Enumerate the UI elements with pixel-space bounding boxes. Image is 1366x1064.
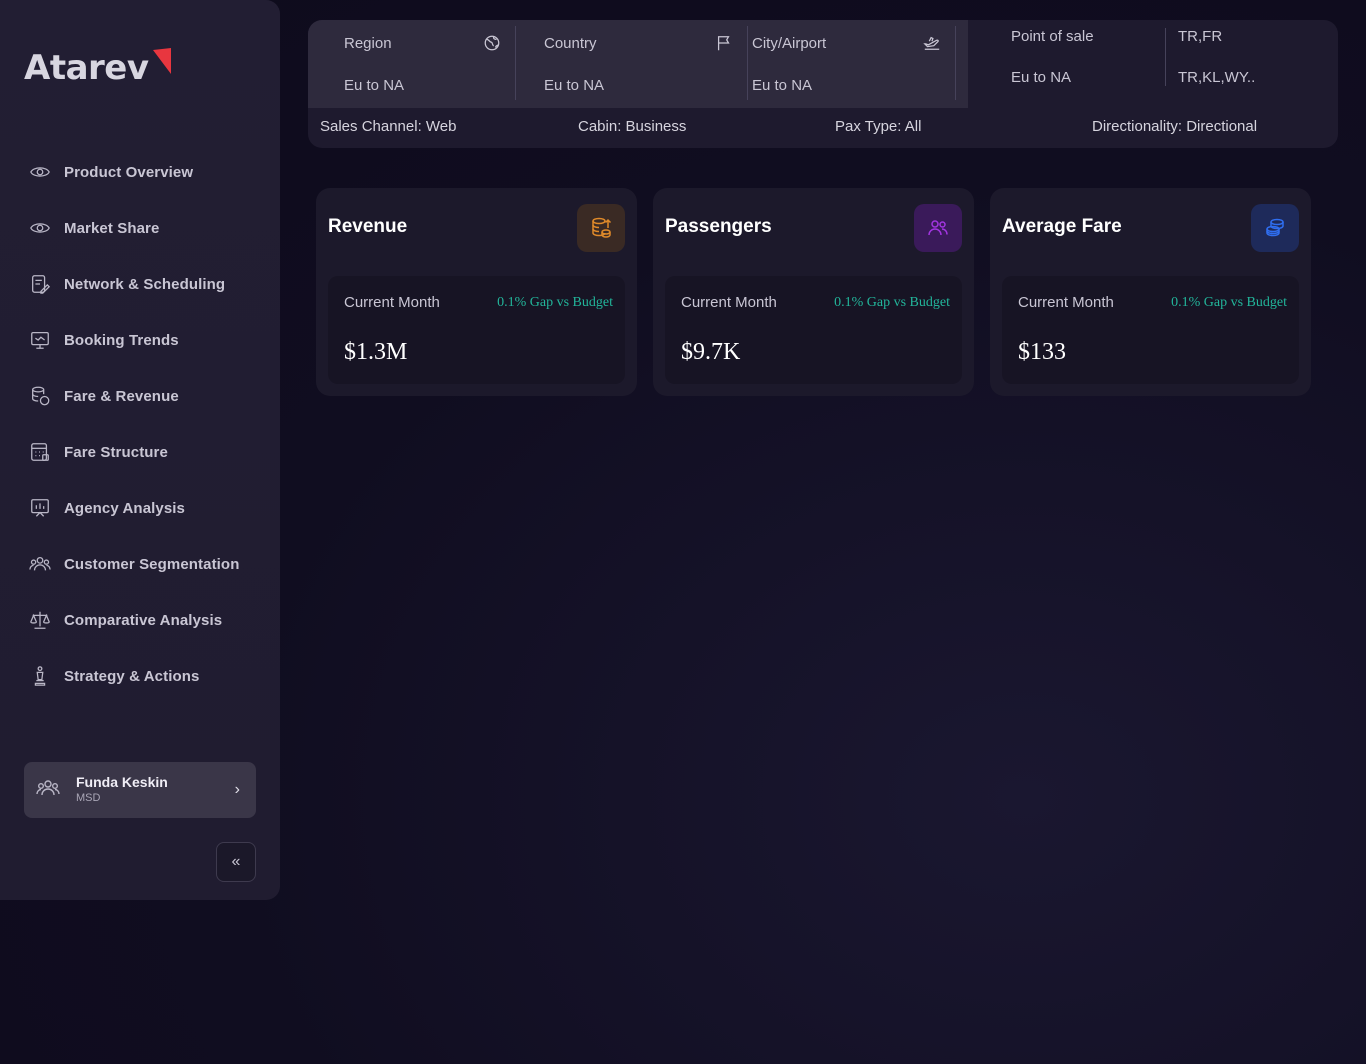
filter-summary: Sales Channel: Web Cabin: Business Pax T… — [308, 118, 1338, 140]
plane-icon — [923, 34, 941, 57]
globe-icon — [483, 34, 501, 57]
sidebar-item-comparative-analysis[interactable]: Comparative Analysis — [28, 592, 268, 648]
brand-mark-icon — [152, 48, 171, 74]
sidebar-item-fare-structure[interactable]: Fare Structure — [28, 424, 268, 480]
metric-value: $133 — [1018, 339, 1066, 365]
eye-icon — [28, 216, 52, 240]
users-icon — [914, 204, 962, 252]
country-filter-title: Country — [544, 35, 597, 52]
country-filter[interactable]: Country Eu to NA — [540, 26, 748, 100]
point-of-sale-codes: TR,FR — [1178, 28, 1223, 45]
country-filter-value: Eu to NA — [544, 77, 605, 94]
card-title: Revenue — [328, 216, 408, 237]
point-of-sale-right: TR,FR TR,KL,WY.. — [1178, 28, 1255, 87]
pax-type-filter[interactable]: Pax Type: All — [835, 118, 921, 135]
metric-period-label: Current Month — [681, 294, 777, 311]
city-airport-filter-title: City/Airport — [752, 35, 827, 52]
point-of-sale-value: Eu to NA — [1011, 69, 1072, 86]
scale-icon — [28, 608, 52, 632]
sidebar-item-label: Booking Trends — [64, 331, 179, 349]
coins-up-icon — [577, 204, 625, 252]
sidebar-item-label: Network & Scheduling — [64, 275, 226, 293]
sidebar-item-label: Market Share — [64, 219, 160, 237]
sidebar-item-product-overview[interactable]: Product Overview — [28, 144, 268, 200]
double-chevron-left-icon: « — [231, 853, 241, 870]
card-metric: Current Month 0.1% Gap vs Budget $133 — [1002, 276, 1299, 384]
user-info: Funda Keskin MSD — [76, 774, 235, 806]
card-metric: Current Month 0.1% Gap vs Budget $9.7K — [665, 276, 962, 384]
sidebar-item-label: Fare & Revenue — [64, 387, 179, 405]
sidebar: Atarev Product Overview Market Share Net… — [0, 0, 280, 900]
sidebar-item-agency-analysis[interactable]: Agency Analysis — [28, 480, 268, 536]
revenue-card[interactable]: Revenue Current Month 0.1% Gap vs Budget… — [316, 188, 637, 396]
metric-gap-badge: 0.1% Gap vs Budget — [497, 295, 613, 310]
document-edit-icon — [28, 272, 52, 296]
sidebar-item-label: Strategy & Actions — [64, 667, 200, 685]
user-name: Funda Keskin — [76, 774, 168, 790]
card-title: Passengers — [665, 216, 772, 237]
sidebar-item-label: Product Overview — [64, 163, 194, 181]
sidebar-item-customer-segmentation[interactable]: Customer Segmentation — [28, 536, 268, 592]
screen-icon — [28, 328, 52, 352]
user-role: MSD — [76, 792, 101, 804]
sidebar-item-strategy-actions[interactable]: Strategy & Actions — [28, 648, 268, 704]
users-icon — [28, 552, 52, 576]
sidebar-item-network-scheduling[interactable]: Network & Scheduling — [28, 256, 268, 312]
point-of-sale-left: Point of sale Eu to NA — [1011, 28, 1166, 86]
metric-period-label: Current Month — [1018, 294, 1114, 311]
chess-piece-icon — [28, 664, 52, 688]
eye-icon — [28, 160, 52, 184]
filter-selectors: Region Eu to NA Country Eu to NA City/Ai… — [308, 20, 968, 108]
sidebar-nav: Product Overview Market Share Network & … — [28, 144, 268, 704]
collapse-sidebar-button[interactable]: « — [216, 842, 256, 882]
cabin-filter[interactable]: Cabin: Business — [578, 118, 686, 135]
sidebar-item-label: Customer Segmentation — [64, 555, 240, 573]
sidebar-item-market-share[interactable]: Market Share — [28, 200, 268, 256]
sales-channel-filter[interactable]: Sales Channel: Web — [320, 118, 456, 135]
average-fare-card[interactable]: Average Fare Current Month 0.1% Gap vs B… — [990, 188, 1311, 396]
region-filter[interactable]: Region Eu to NA — [308, 26, 516, 100]
sidebar-item-booking-trends[interactable]: Booking Trends — [28, 312, 268, 368]
city-airport-filter[interactable]: City/Airport Eu to NA — [748, 26, 956, 100]
metric-value: $9.7K — [681, 339, 741, 365]
metric-gap-badge: 0.1% Gap vs Budget — [1171, 295, 1287, 310]
metric-gap-badge: 0.1% Gap vs Budget — [834, 295, 950, 310]
metric-value: $1.3M — [344, 339, 408, 365]
sidebar-item-label: Comparative Analysis — [64, 611, 223, 629]
sidebar-item-fare-revenue[interactable]: Fare & Revenue — [28, 368, 268, 424]
sidebar-item-label: Fare Structure — [64, 443, 168, 461]
point-of-sale-filter[interactable]: Point of sale Eu to NA TR,FR TR,KL,WY.. — [968, 20, 1338, 108]
sidebar-item-label: Agency Analysis — [64, 499, 185, 517]
coin-stack-icon — [1251, 204, 1299, 252]
brand-logo[interactable]: Atarev — [24, 46, 173, 90]
card-title: Average Fare — [1002, 216, 1122, 237]
users-icon — [36, 776, 60, 805]
point-of-sale-title: Point of sale — [1011, 28, 1094, 45]
chevron-right-icon[interactable]: › — [235, 781, 240, 799]
card-metric: Current Month 0.1% Gap vs Budget $1.3M — [328, 276, 625, 384]
flag-icon — [715, 34, 733, 57]
region-filter-title: Region — [344, 35, 392, 52]
point-of-sale-more-codes: TR,KL,WY.. — [1178, 69, 1256, 86]
metric-period-label: Current Month — [344, 294, 440, 311]
city-airport-filter-value: Eu to NA — [752, 77, 813, 94]
presentation-chart-icon — [28, 496, 52, 520]
directionality-filter[interactable]: Directionality: Directional — [1092, 118, 1257, 135]
region-filter-value: Eu to NA — [344, 77, 405, 94]
coins-icon — [28, 384, 52, 408]
calculator-icon — [28, 440, 52, 464]
brand-name: Atarev — [24, 48, 149, 88]
passengers-card[interactable]: Passengers Current Month 0.1% Gap vs Bud… — [653, 188, 974, 396]
filter-bar: Region Eu to NA Country Eu to NA City/Ai… — [308, 20, 1338, 148]
user-profile-card[interactable]: Funda Keskin MSD › — [24, 762, 256, 818]
